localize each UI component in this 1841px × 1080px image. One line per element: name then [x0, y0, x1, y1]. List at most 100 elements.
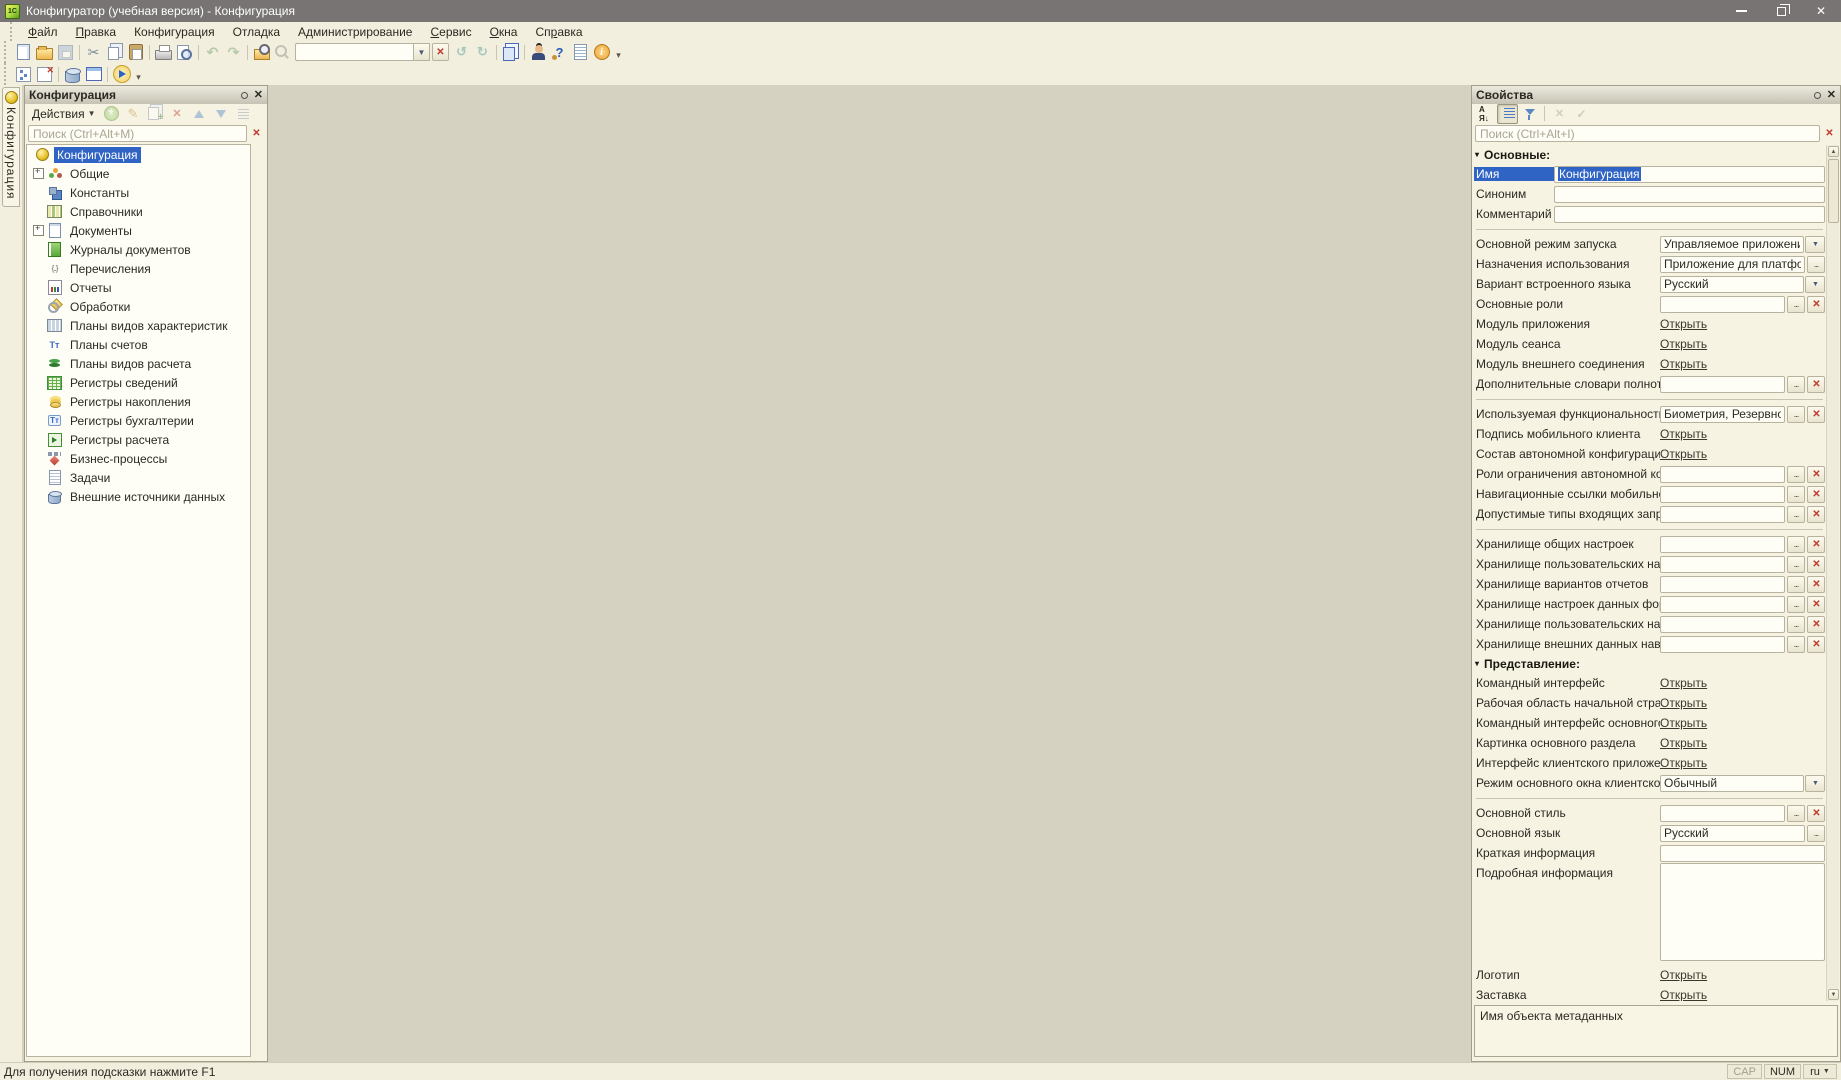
- ellipsis-button[interactable]: ...: [1787, 635, 1805, 653]
- tree-item-charts-of-characteristic-types[interactable]: Планы видов характеристик: [27, 316, 250, 335]
- clear-search-button[interactable]: ✕: [1822, 126, 1837, 141]
- menu-configuration[interactable]: Конфигурация: [125, 24, 224, 40]
- clear-button[interactable]: ✕: [1807, 575, 1825, 593]
- pin-icon[interactable]: [1813, 91, 1821, 99]
- property-value-box[interactable]: [1660, 575, 1785, 593]
- about-button[interactable]: [591, 42, 612, 62]
- property-value-box[interactable]: Обычный: [1660, 774, 1804, 792]
- clear-search-button[interactable]: ✕: [249, 126, 264, 141]
- ellipsis-button[interactable]: ...: [1787, 485, 1805, 503]
- clear-button[interactable]: ✕: [1807, 635, 1825, 653]
- ellipsis-button[interactable]: ...: [1787, 295, 1805, 313]
- scroll-thumb[interactable]: [1828, 159, 1839, 223]
- database-configuration-button[interactable]: [62, 64, 83, 84]
- open-link[interactable]: Открыть: [1660, 736, 1707, 750]
- language-indicator[interactable]: ru ▼: [1803, 1064, 1837, 1079]
- ellipsis-button[interactable]: ...: [1787, 615, 1805, 633]
- toolbar-overflow-button[interactable]: [612, 42, 625, 62]
- save-button[interactable]: [55, 42, 76, 62]
- property-value-box[interactable]: [1660, 555, 1785, 573]
- syntax-assistant-button[interactable]: [549, 42, 570, 62]
- templates-button[interactable]: [570, 42, 591, 62]
- categories-view-button[interactable]: [1497, 103, 1518, 124]
- property-value-box[interactable]: [1554, 205, 1825, 223]
- pin-icon[interactable]: [240, 91, 248, 99]
- scroll-down-icon[interactable]: ▼: [1828, 989, 1839, 1000]
- cut-button[interactable]: [83, 42, 104, 62]
- tree-item-constants[interactable]: Константы: [27, 183, 250, 202]
- tree-item-external-data-sources[interactable]: Внешние источники данных: [27, 487, 250, 506]
- clipboard-pages-button[interactable]: [500, 42, 521, 62]
- clear-button[interactable]: ✕: [1807, 505, 1825, 523]
- tree-expander-icon[interactable]: [33, 223, 44, 236]
- configuration-vertical-tab[interactable]: Конфигурация: [2, 87, 20, 207]
- redo-button[interactable]: [223, 42, 244, 62]
- menu-help[interactable]: Справка: [526, 24, 591, 40]
- print-preview-button[interactable]: [174, 42, 195, 62]
- tree-item-information-registers[interactable]: Регистры сведений: [27, 373, 250, 392]
- property-value-box[interactable]: [1660, 465, 1785, 483]
- tree-expander-icon[interactable]: [33, 166, 44, 179]
- ellipsis-button[interactable]: ...: [1787, 555, 1805, 573]
- clone-button[interactable]: [145, 104, 166, 124]
- find-button[interactable]: [272, 42, 293, 62]
- new-file-button[interactable]: [13, 42, 34, 62]
- tree-item-documents[interactable]: Документы: [27, 221, 250, 240]
- property-value-box[interactable]: [1660, 635, 1785, 653]
- menu-service[interactable]: Сервис: [421, 24, 480, 40]
- add-button[interactable]: [101, 104, 122, 124]
- sort-button[interactable]: [233, 104, 254, 124]
- copy-button[interactable]: [104, 42, 125, 62]
- move-down-button[interactable]: [211, 104, 232, 124]
- properties-scrollbar[interactable]: ▲ ▼: [1826, 145, 1839, 1001]
- properties-search-input[interactable]: [1475, 125, 1820, 142]
- open-link[interactable]: Открыть: [1660, 427, 1707, 441]
- quick-search-input[interactable]: [295, 43, 413, 61]
- open-link[interactable]: Открыть: [1660, 337, 1707, 351]
- tree-item-tasks[interactable]: Задачи: [27, 468, 250, 487]
- open-link[interactable]: Открыть: [1660, 676, 1707, 690]
- ellipsis-button[interactable]: ...: [1787, 575, 1805, 593]
- interface-editor-button[interactable]: [83, 64, 104, 84]
- ellipsis-button[interactable]: ...: [1807, 255, 1825, 273]
- actions-menu-button[interactable]: Действия ▼: [28, 106, 100, 122]
- close-button[interactable]: ✕: [1801, 0, 1841, 22]
- delete-button[interactable]: [167, 104, 188, 124]
- combo-clear-button[interactable]: ✕: [432, 43, 449, 61]
- print-button[interactable]: [153, 42, 174, 62]
- ellipsis-button[interactable]: ...: [1787, 405, 1805, 423]
- ellipsis-button[interactable]: ...: [1787, 465, 1805, 483]
- property-value-box[interactable]: [1660, 295, 1785, 313]
- tree-item-calculation-registers[interactable]: Регистры расчета: [27, 430, 250, 449]
- restore-button[interactable]: [1761, 0, 1801, 22]
- clear-button[interactable]: ✕: [1807, 535, 1825, 553]
- tree-item-common[interactable]: Общие: [27, 164, 250, 183]
- property-value-box[interactable]: [1660, 375, 1785, 393]
- open-link[interactable]: Открыть: [1660, 447, 1707, 461]
- dropdown-button[interactable]: ▼: [1805, 774, 1825, 792]
- forward-button[interactable]: [472, 42, 493, 62]
- property-value-box[interactable]: Русский: [1660, 275, 1804, 293]
- dropdown-button[interactable]: ▼: [1805, 235, 1825, 253]
- property-value-box[interactable]: [1660, 844, 1825, 862]
- property-value-box[interactable]: [1660, 595, 1785, 613]
- dropdown-button[interactable]: ▼: [1805, 275, 1825, 293]
- open-link[interactable]: Открыть: [1660, 696, 1707, 710]
- menu-edit[interactable]: Правка: [67, 24, 126, 40]
- tree-item-data-processors[interactable]: Обработки: [27, 297, 250, 316]
- menu-administration[interactable]: Администрирование: [289, 24, 421, 40]
- edit-button[interactable]: [123, 104, 144, 124]
- ellipsis-button[interactable]: ...: [1807, 824, 1825, 842]
- property-value-box[interactable]: [1554, 185, 1825, 203]
- scroll-up-icon[interactable]: ▲: [1828, 146, 1839, 157]
- close-panel-button[interactable]: ✕: [1827, 89, 1836, 101]
- clear-button[interactable]: ✕: [1807, 375, 1825, 393]
- property-value-box[interactable]: Конфигурация: [1554, 165, 1825, 183]
- open-link[interactable]: Открыть: [1660, 756, 1707, 770]
- property-value-box[interactable]: [1660, 485, 1785, 503]
- move-up-button[interactable]: [189, 104, 210, 124]
- tree-item-accumulation-registers[interactable]: Регистры накопления: [27, 392, 250, 411]
- start-debugging-button[interactable]: [111, 64, 132, 84]
- close-panel-button[interactable]: ✕: [254, 89, 263, 101]
- open-link[interactable]: Открыть: [1660, 716, 1707, 730]
